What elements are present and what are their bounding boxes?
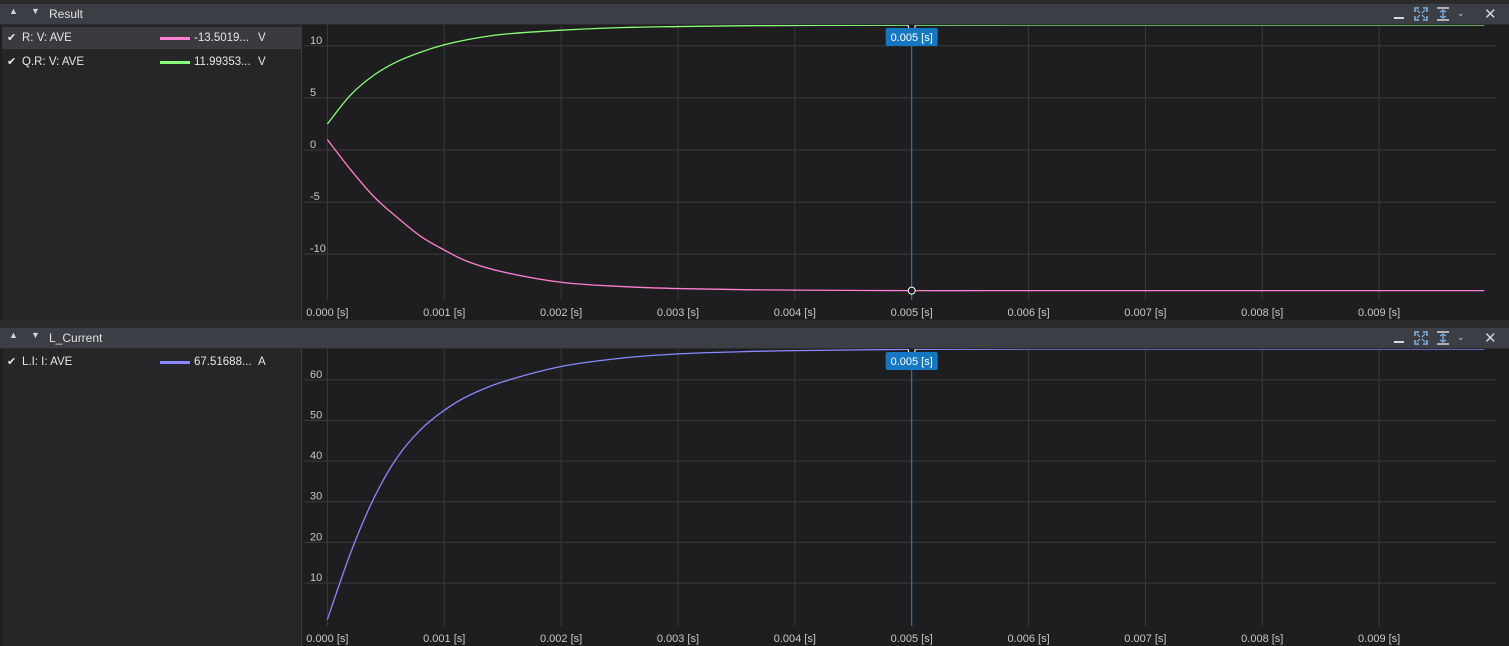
cursor-label: 0.005 [s] [891, 356, 933, 368]
legend-label: Q.R: V: AVE [22, 56, 84, 68]
fit-vertical-icon[interactable] [1435, 330, 1451, 346]
y-tick-label: 60 [310, 369, 322, 381]
close-icon[interactable]: ✕ [1484, 329, 1497, 347]
x-tick-label: 0.005 [s] [891, 307, 933, 319]
legend-unit: V [258, 32, 266, 44]
y-tick-label: -5 [310, 191, 320, 203]
minimize-icon[interactable] [1391, 6, 1407, 22]
x-tick-label: 0.009 [s] [1358, 307, 1400, 319]
legend-label: R: V: AVE [22, 32, 72, 44]
y-tick-label: 30 [310, 491, 322, 503]
y-tick-label: 20 [310, 531, 322, 543]
legend-unit: A [258, 356, 266, 368]
legend-unit: V [258, 56, 266, 68]
panel-titlebar: ▲ ▼ Result ⌄ ✕ [0, 4, 1509, 25]
x-tick-label: 0.001 [s] [423, 633, 465, 645]
dropdown-chevron-icon[interactable]: ⌄ [1457, 332, 1465, 343]
legend-value: -13.5019... [194, 32, 249, 44]
x-tick-label: 0.007 [s] [1124, 633, 1166, 645]
legend-item[interactable]: ✔ L.I: I: AVE 67.51688... A [2, 351, 301, 373]
collapse-down-icon[interactable]: ▼ [31, 330, 40, 340]
x-tick-label: 0.006 [s] [1007, 307, 1049, 319]
x-tick-label: 0.003 [s] [657, 307, 699, 319]
panel-titlebar: ▲ ▼ L_Current ⌄ ✕ [0, 328, 1509, 349]
minimize-icon[interactable] [1391, 330, 1407, 346]
fit-all-icon[interactable] [1413, 330, 1429, 346]
x-tick-label: 0.002 [s] [540, 307, 582, 319]
x-tick-label: 0.009 [s] [1358, 633, 1400, 645]
check-icon[interactable]: ✔ [7, 31, 16, 44]
fit-vertical-icon[interactable] [1435, 6, 1451, 22]
legend-label: L.I: I: AVE [22, 356, 73, 368]
chart-panel-result: ▲ ▼ Result ⌄ ✕ ✔ R: V: AVE -13.5019... V… [0, 4, 1509, 320]
legend-value: 11.99353... [194, 56, 251, 68]
legend-item[interactable]: ✔ R: V: AVE -13.5019... V [2, 27, 301, 49]
x-tick-label: 0.005 [s] [891, 633, 933, 645]
y-tick-label: 40 [310, 450, 322, 462]
collapse-up-icon[interactable]: ▲ [9, 6, 18, 16]
panel-title: L_Current [49, 331, 103, 345]
plot-background [304, 25, 1500, 320]
y-tick-label: -10 [310, 243, 326, 255]
x-tick-label: 0.006 [s] [1007, 633, 1049, 645]
y-tick-label: 5 [310, 87, 316, 99]
plot-background [304, 349, 1500, 646]
check-icon[interactable]: ✔ [7, 355, 16, 368]
plot-area[interactable]: 0.000 [s] 0.001 [s] 0.002 [s] 0.003 [s] 0.00… [304, 349, 1500, 646]
x-tick-label: 0.003 [s] [657, 633, 699, 645]
x-tick-label: 0.008 [s] [1241, 307, 1283, 319]
x-tick-label: 0.000 [s] [306, 633, 348, 645]
x-tick-label: 0.004 [s] [774, 307, 816, 319]
x-tick-label: 0.008 [s] [1241, 633, 1283, 645]
cursor-point [907, 286, 916, 295]
check-icon[interactable]: ✔ [7, 55, 16, 68]
dropdown-chevron-icon[interactable]: ⌄ [1457, 8, 1465, 19]
legend-swatch [160, 361, 190, 364]
x-tick-label: 0.001 [s] [423, 307, 465, 319]
y-tick-label: 0 [310, 139, 316, 151]
collapse-down-icon[interactable]: ▼ [31, 6, 40, 16]
legend-item[interactable]: ✔ Q.R: V: AVE 11.99353... V [2, 51, 301, 73]
fit-all-icon[interactable] [1413, 6, 1429, 22]
y-tick-label: 10 [310, 572, 322, 584]
panel-title: Result [49, 7, 84, 21]
y-tick-label: 10 [310, 35, 322, 47]
chart-panel-l-current: ▲ ▼ L_Current ⌄ ✕ ✔ L.I: I: AVE 67.51688… [0, 328, 1509, 646]
x-tick-label: 0.000 [s] [306, 307, 348, 319]
plot-area[interactable]: 0.000 [s] 0.001 [s] 0.002 [s] 0.003 [s] 0.00… [304, 25, 1500, 320]
legend-swatch [160, 61, 190, 64]
legend-swatch [160, 37, 190, 40]
x-tick-label: 0.002 [s] [540, 633, 582, 645]
legend-panel: ✔ L.I: I: AVE 67.51688... A [2, 349, 302, 646]
legend-value: 67.51688... [194, 356, 252, 368]
legend-panel: ✔ R: V: AVE -13.5019... V ✔ Q.R: V: AVE … [2, 25, 302, 320]
cursor-label: 0.005 [s] [891, 32, 933, 44]
x-tick-label: 0.007 [s] [1124, 307, 1166, 319]
collapse-up-icon[interactable]: ▲ [9, 330, 18, 340]
y-tick-label: 50 [310, 409, 322, 421]
close-icon[interactable]: ✕ [1484, 5, 1497, 23]
x-tick-label: 0.004 [s] [774, 633, 816, 645]
